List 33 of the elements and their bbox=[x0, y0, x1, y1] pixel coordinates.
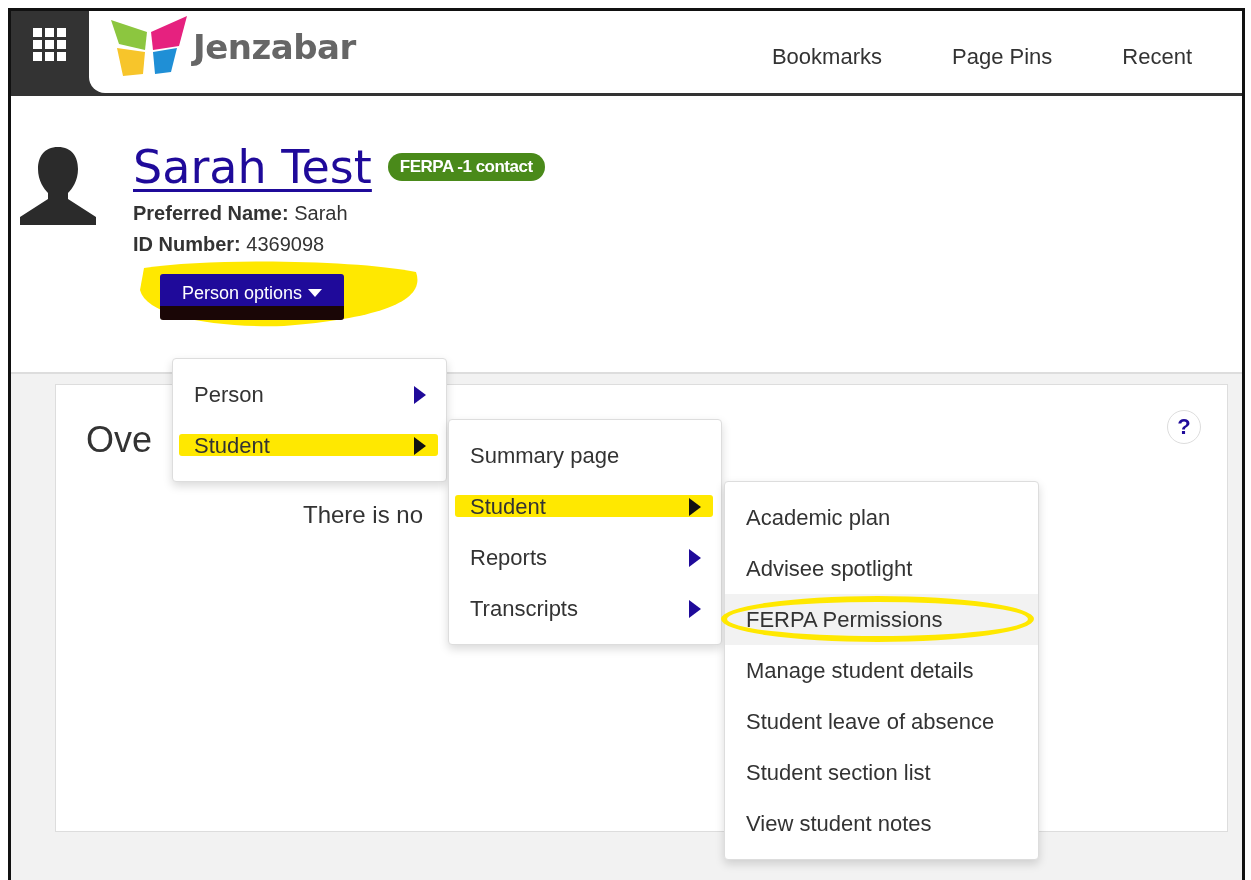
menu-item[interactable]: Student section list bbox=[746, 759, 931, 786]
ferpa-badge: FERPA -1 contact bbox=[387, 153, 545, 181]
caret-icon bbox=[308, 289, 323, 297]
person-silhouette-icon bbox=[18, 147, 98, 225]
submenu-arrow-icon bbox=[689, 599, 701, 618]
menu-item[interactable]: Person bbox=[194, 381, 264, 408]
help-button[interactable]: ? bbox=[1167, 410, 1201, 444]
menu-item[interactable]: Reports bbox=[470, 544, 548, 571]
grid-icon bbox=[33, 28, 67, 62]
empty-message: There is no bbox=[303, 501, 424, 529]
menu-item[interactable]: Manage student details bbox=[746, 657, 974, 684]
menu-item[interactable]: Summary page bbox=[470, 442, 620, 469]
person-name-link[interactable]: Sarah Test bbox=[133, 140, 372, 194]
menu-item[interactable]: Academic plan bbox=[746, 504, 891, 531]
nav-link[interactable]: Bookmarks bbox=[771, 44, 882, 70]
person-options-button[interactable]: Person options bbox=[160, 274, 345, 320]
butterfly-logo-icon bbox=[109, 16, 189, 78]
submenu-arrow-icon bbox=[689, 497, 701, 516]
logo-text: Jenzabar bbox=[193, 27, 356, 67]
menu-item[interactable]: Student bbox=[470, 493, 546, 520]
nav-link[interactable]: Recent bbox=[1122, 44, 1192, 70]
info-line: Preferred Name: Sarah bbox=[133, 202, 349, 225]
info-line: ID Number: 4369098 bbox=[133, 233, 326, 256]
menu-item[interactable]: Student bbox=[194, 432, 270, 459]
menu-item[interactable]: Transcripts bbox=[470, 595, 578, 622]
menu-item[interactable]: Advisee spotlight bbox=[746, 555, 913, 582]
card-title: Ove bbox=[86, 419, 153, 461]
menu-item[interactable]: Student leave of absence bbox=[746, 708, 995, 735]
submenu-arrow-icon bbox=[414, 436, 426, 455]
submenu-arrow-icon bbox=[689, 548, 701, 567]
submenu-arrow-icon bbox=[414, 385, 426, 404]
menu-item[interactable]: View student notes bbox=[746, 810, 932, 837]
nav-link[interactable]: Page Pins bbox=[952, 44, 1053, 70]
